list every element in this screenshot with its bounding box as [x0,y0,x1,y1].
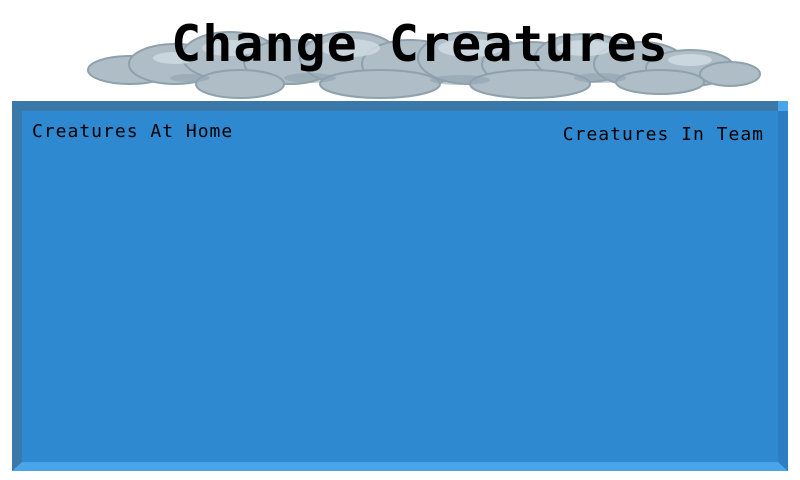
panel-corner-accent [778,101,788,111]
team-creatures-list[interactable] [430,157,770,454]
creatures-in-team-heading: Creatures In Team [562,124,764,145]
change-creatures-screen: Change Creatures Creatures At Home Creat… [0,0,800,480]
screen-title: Change Creatures [171,15,669,73]
creature-panel: Creatures At Home Creatures In Team [12,101,788,471]
home-creatures-list[interactable] [30,157,370,454]
creatures-at-home-heading: Creatures At Home [32,121,234,142]
